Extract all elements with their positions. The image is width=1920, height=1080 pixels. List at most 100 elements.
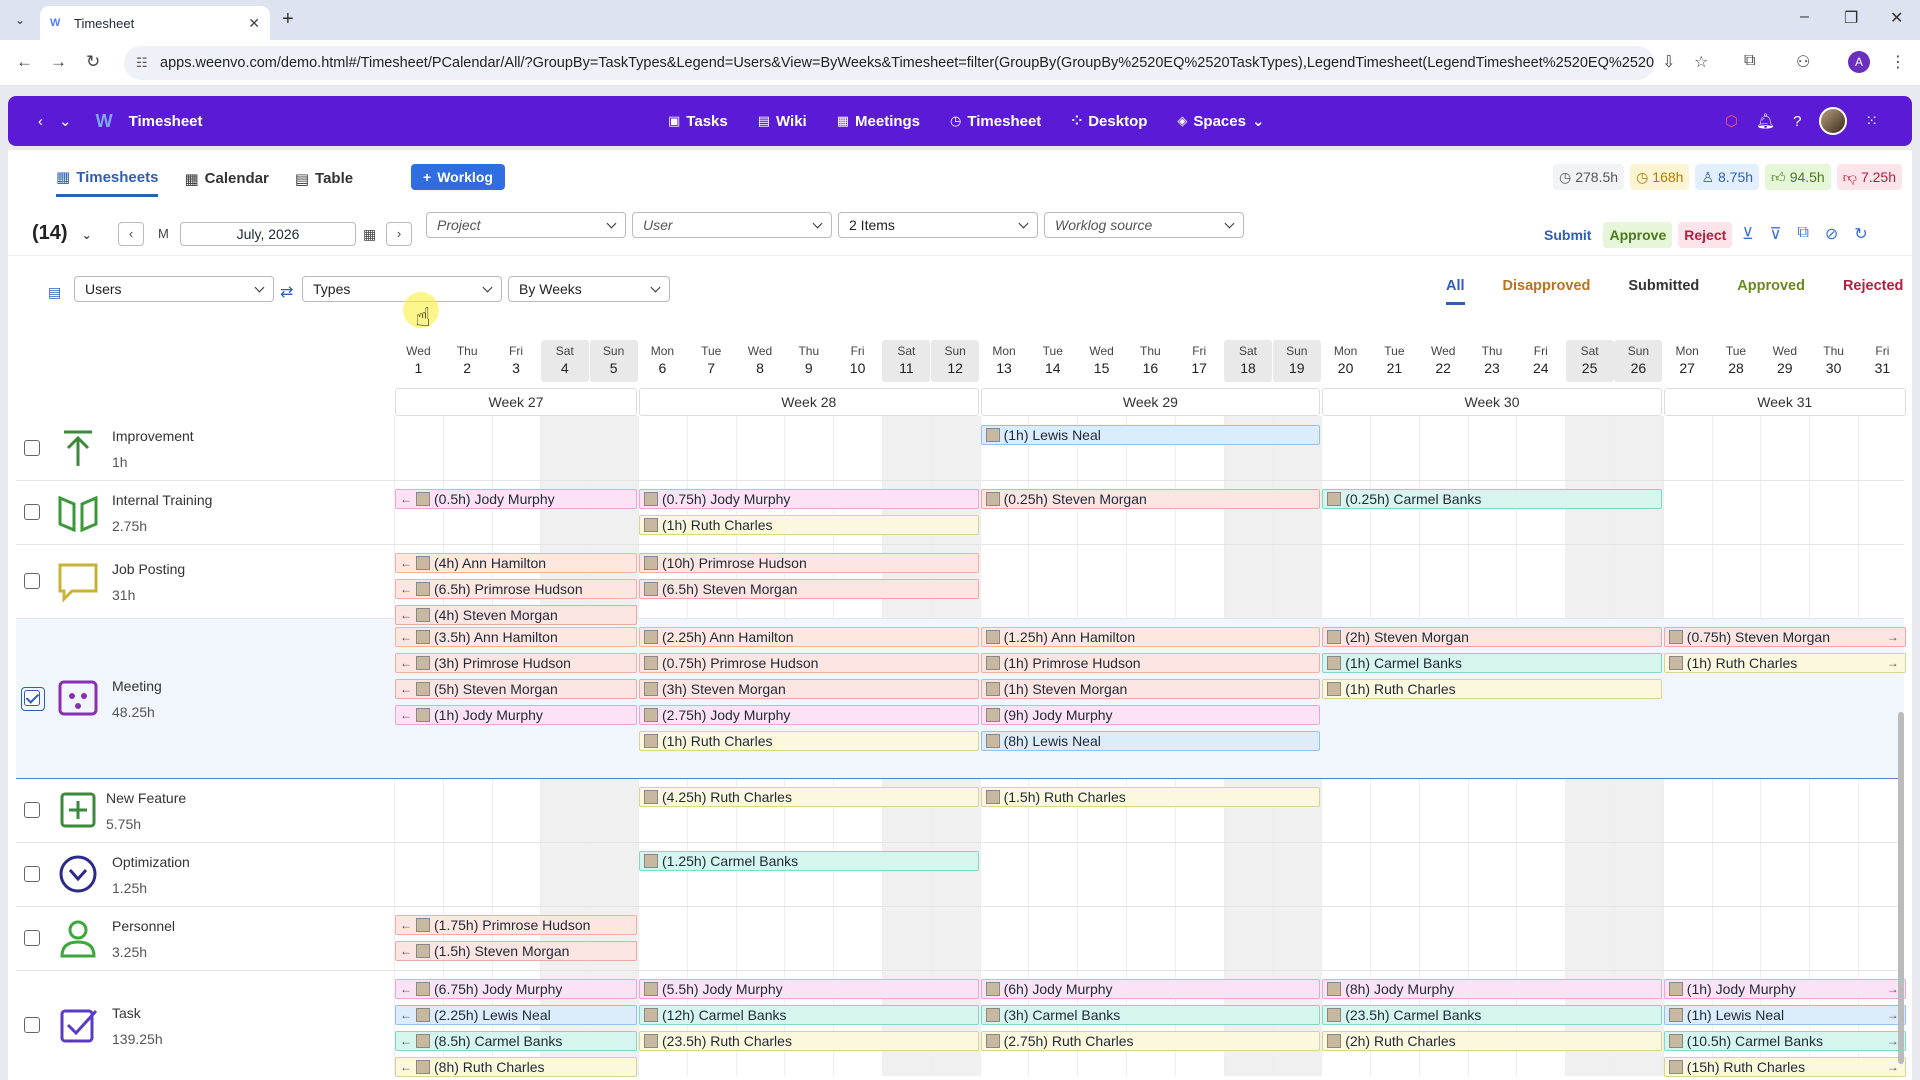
refresh-icon[interactable]: ↻ — [1854, 224, 1867, 244]
worklog-entry[interactable]: ← (8h) Ruth Charles — [395, 1057, 637, 1077]
worklog-entry[interactable]: (23.5h) Carmel Banks — [1322, 1005, 1662, 1025]
worklog-entry[interactable]: (2.75h) Ruth Charles — [980, 1031, 1321, 1051]
swap-icon[interactable]: ⇄ — [280, 282, 293, 302]
worklog-entry[interactable]: (12h) Carmel Banks — [639, 1005, 979, 1025]
worklog-entry[interactable]: (6h) Jody Murphy — [980, 979, 1321, 999]
browser-tab[interactable]: W Timesheet ✕ — [40, 6, 270, 40]
scrollbar-thumb[interactable] — [1898, 712, 1904, 1064]
worklog-entry[interactable]: ← (4h) Steven Morgan — [395, 605, 637, 625]
task-type-name[interactable]: Personnel — [112, 918, 175, 934]
row-checkbox[interactable] — [24, 866, 40, 882]
new-tab-icon[interactable]: + — [282, 8, 294, 31]
worklog-entry[interactable]: (6.5h) Steven Morgan — [639, 579, 979, 599]
items-filter[interactable]: 2 Items — [838, 212, 1038, 238]
stat-total[interactable]: ◷ 278.5h — [1553, 164, 1625, 190]
user-avatar[interactable] — [1819, 107, 1848, 135]
tab-timesheets[interactable]: ▦ Timesheets — [56, 168, 159, 197]
user-filter[interactable]: User — [632, 212, 832, 238]
approve-button[interactable]: Approve — [1603, 222, 1673, 248]
task-type-name[interactable]: Meeting — [112, 678, 162, 694]
nav-desktop[interactable]: ⁘ Desktop — [1071, 113, 1147, 130]
worklog-entry[interactable]: ← (1.5h) Steven Morgan — [395, 941, 637, 961]
worklog-entry[interactable]: (3h) Steven Morgan — [639, 679, 979, 699]
tab-table[interactable]: ▤ Table — [295, 168, 353, 197]
back-chevron-icon[interactable]: ‹ — [38, 113, 43, 130]
nav-spaces[interactable]: ◈ Spaces ⌄ — [1177, 112, 1264, 131]
worklog-entry[interactable]: ← (5h) Steven Morgan — [395, 679, 637, 699]
worklog-entry[interactable]: (0.75h) Jody Murphy — [639, 489, 979, 509]
status-tab-approved[interactable]: Approved — [1737, 278, 1805, 305]
vertical-scrollbar[interactable] — [1896, 486, 1906, 1076]
worklog-entry[interactable]: (2.25h) Ann Hamilton — [639, 627, 979, 647]
row-checkbox[interactable] — [24, 1017, 40, 1033]
worklog-entry[interactable]: (8h) Lewis Neal — [980, 731, 1321, 751]
calendar-picker-icon[interactable]: ▦ — [363, 226, 376, 243]
extensions-icon[interactable]: ⧉ — [1744, 52, 1755, 70]
period-mode[interactable]: M — [158, 226, 169, 241]
add-filter-icon[interactable]: ⊻ — [1742, 224, 1754, 244]
worklog-entry[interactable]: (1h) Lewis Neal → — [1663, 1005, 1906, 1025]
legend-select[interactable]: Users — [74, 276, 274, 302]
install-icon[interactable]: ⇩ — [1662, 52, 1675, 72]
site-info-icon[interactable]: ☷ — [136, 46, 148, 80]
worklog-entry[interactable]: (1h) Carmel Banks — [1322, 653, 1662, 673]
stat-pending[interactable]: ◷ 168h — [1630, 164, 1690, 190]
nav-timesheet[interactable]: ◷ Timesheet — [950, 113, 1041, 130]
browser-menu-icon[interactable]: ⋮ — [1890, 52, 1906, 72]
task-type-name[interactable]: New Feature — [106, 790, 186, 806]
worklog-entry[interactable]: (0.75h) Primrose Hudson — [639, 653, 979, 673]
alert-hexagon-icon[interactable]: ⬡ — [1725, 112, 1738, 130]
row-checkbox[interactable] — [24, 504, 40, 520]
task-type-name[interactable]: Improvement — [112, 428, 194, 444]
worklog-entry[interactable]: ← (8.5h) Carmel Banks — [395, 1031, 637, 1051]
status-tab-disapproved[interactable]: Disapproved — [1503, 278, 1591, 305]
nav-meetings[interactable]: ▦ Meetings — [837, 113, 920, 130]
view-select[interactable]: By Weeks — [508, 276, 670, 302]
back-icon[interactable]: ← — [16, 52, 33, 72]
worklog-entry[interactable]: ← (2.25h) Lewis Neal — [395, 1005, 637, 1025]
next-period-button[interactable]: › — [386, 222, 412, 246]
worklog-entry[interactable]: (1h) Jody Murphy → — [1663, 979, 1906, 999]
apps-grid-icon[interactable]: ⁙ — [1865, 112, 1878, 130]
worklog-entry[interactable]: (4.25h) Ruth Charles — [639, 787, 979, 807]
worklog-entry[interactable]: (1.25h) Carmel Banks — [639, 851, 979, 871]
minimize-icon[interactable]: – — [1800, 8, 1809, 26]
task-type-name[interactable]: Task — [112, 1005, 141, 1021]
app-menu-chevron-icon[interactable]: ⌄ — [59, 112, 72, 130]
reject-button[interactable]: Reject — [1678, 222, 1733, 248]
group-by-select[interactable]: Types — [302, 276, 502, 302]
selection-count[interactable]: (14) ⌄ — [32, 222, 92, 245]
worklog-entry[interactable]: (5.5h) Jody Murphy — [639, 979, 979, 999]
nav-tasks[interactable]: ▣ Tasks — [668, 113, 728, 130]
restore-icon[interactable]: ❐ — [1844, 8, 1858, 28]
worklog-entry[interactable]: (0.25h) Steven Morgan — [980, 489, 1321, 509]
row-checkbox[interactable] — [24, 440, 40, 456]
worklog-entry[interactable]: (1h) Ruth Charles → — [1663, 653, 1906, 673]
copy-icon[interactable]: ⧉ — [1797, 224, 1808, 244]
date-picker[interactable]: July, 2026 — [180, 222, 356, 246]
stat-approved[interactable]: 👍︎ 94.5h — [1765, 164, 1831, 190]
worklog-entry[interactable]: (1h) Ruth Charles — [1322, 679, 1662, 699]
worklog-entry[interactable]: (1h) Ruth Charles — [639, 731, 979, 751]
worklog-entry[interactable]: ← (3.5h) Ann Hamilton — [395, 627, 637, 647]
prev-period-button[interactable]: ‹ — [118, 222, 144, 246]
row-checkbox[interactable] — [24, 802, 40, 818]
task-type-name[interactable]: Optimization — [112, 854, 190, 870]
worklog-entry[interactable]: (2h) Steven Morgan — [1322, 627, 1662, 647]
worklog-entry[interactable]: ← (6.75h) Jody Murphy — [395, 979, 637, 999]
worklog-entry[interactable]: (9h) Jody Murphy — [980, 705, 1321, 725]
stat-submitted[interactable]: ♙ 8.75h — [1695, 164, 1760, 190]
worklog-entry[interactable]: ← (0.5h) Jody Murphy — [395, 489, 637, 509]
task-type-name[interactable]: Internal Training — [112, 492, 212, 508]
worklog-entry[interactable]: (2.75h) Jody Murphy — [639, 705, 979, 725]
worklog-entry[interactable]: (0.75h) Steven Morgan → — [1663, 627, 1906, 647]
clear-filter-icon[interactable]: ⊽ — [1770, 224, 1782, 244]
worklog-entry[interactable]: ← (6.5h) Primrose Hudson — [395, 579, 637, 599]
worklog-entry[interactable]: (1h) Primrose Hudson — [980, 653, 1321, 673]
worklog-entry[interactable]: (23.5h) Ruth Charles — [639, 1031, 979, 1051]
reload-icon[interactable]: ↻ — [86, 52, 100, 72]
row-checkbox[interactable] — [24, 930, 40, 946]
worklog-entry[interactable]: (3h) Carmel Banks — [980, 1005, 1321, 1025]
row-checkbox[interactable] — [21, 687, 45, 711]
tab-calendar[interactable]: ▦ Calendar — [184, 168, 268, 197]
